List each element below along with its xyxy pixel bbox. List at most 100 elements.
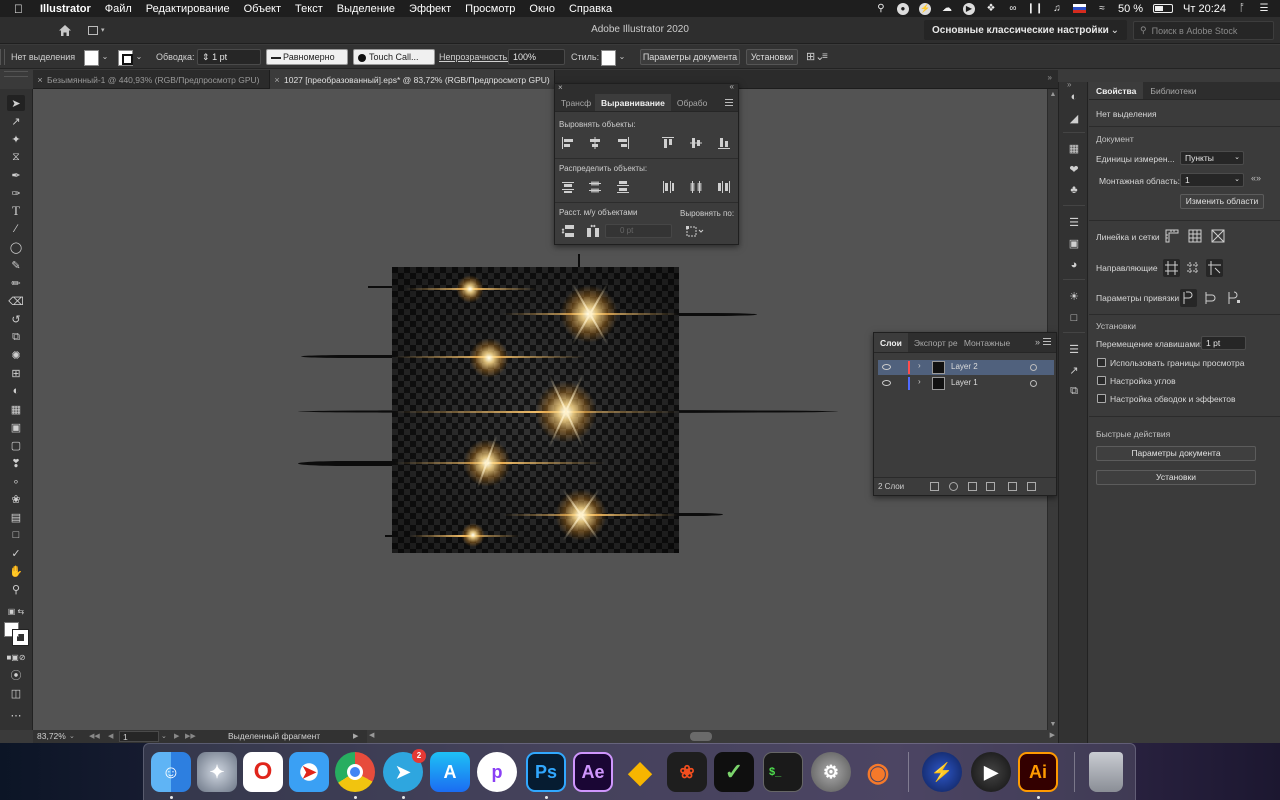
launchpad-icon[interactable]: ✦ [197,752,237,792]
panel-header[interactable]: × « [555,82,738,94]
transparency-icon[interactable]: ◕ [1067,258,1081,272]
selection-tool-icon[interactable]: ➤ [7,95,25,111]
panel-menu-icon[interactable]: ≡ [822,49,828,65]
spotlight-icon[interactable]: ⚲ [875,3,887,15]
safari-icon[interactable]: ➤ [289,752,329,792]
gradient-icon[interactable]: ▣ [1067,236,1081,250]
downloader-icon[interactable]: ⚡ [922,752,962,792]
chrome-icon[interactable] [335,752,375,792]
pencil-tool-icon[interactable]: ✏ [7,275,25,291]
stroke-swatch[interactable] [118,50,133,66]
color-guide-icon[interactable]: ◢ [1067,111,1081,125]
next-artboard-icon[interactable]: ▶ [174,731,179,742]
tab-layers[interactable]: Слои [874,333,908,352]
horizontal-scroll-thumb[interactable] [690,732,712,741]
status-info[interactable]: Выделенный фрагмент [228,731,320,742]
tab-transform[interactable]: Трансф [555,94,595,111]
snap-to-pixel-icon[interactable] [1227,291,1241,305]
creative-cloud-icon[interactable]: ∞ [1007,3,1019,15]
tab-1027-eps[interactable]: × 1027 [преобразованный].eps* @ 83,72% (… [270,70,555,89]
tab-untitled-1[interactable]: × Безымянный-1 @ 440,93% (RGB/Предпросмо… [33,70,270,89]
new-layer-icon[interactable] [1008,482,1017,491]
default-colors-icon[interactable]: ▣ ⇆ [7,603,25,619]
horizontal-distribute-space-icon[interactable] [586,224,600,238]
color-icon[interactable]: ◐ [1067,90,1081,104]
asset-export-icon[interactable]: ↗ [1067,363,1081,377]
menu-window[interactable]: Окно [529,3,555,15]
illustrator-icon[interactable]: Ai [1018,752,1058,792]
drawing-mode-icon[interactable]: ⦿ [7,667,25,683]
scroll-left-icon[interactable]: ◀ [369,731,374,739]
warp-tool-icon[interactable]: ✺ [7,347,25,363]
photos-app-icon[interactable]: ▶ [971,752,1011,792]
tabs-overflow-icon[interactable]: » [1048,73,1052,82]
fill-dropdown-icon[interactable]: ⌄ [100,49,110,65]
vectorize-icon[interactable]: ✓ [714,752,754,792]
target-circle-icon[interactable] [1030,364,1037,371]
opacity-field[interactable]: 100% [508,49,565,65]
grid-icon[interactable] [1188,229,1202,243]
variable-width-profile[interactable]: Равномерно [266,49,348,65]
play-icon[interactable]: ▶ [962,2,975,15]
notification-center-icon[interactable]: ☰ [1258,3,1270,15]
blender-icon[interactable]: ◉ [858,752,898,792]
tab-asset-export[interactable]: Экспорт ре [908,333,958,352]
battery-icon[interactable] [1153,4,1174,13]
siri-icon[interactable]: ● [896,2,909,15]
type-tool-icon[interactable]: T [7,203,25,219]
align-top-icon[interactable] [661,136,675,150]
scale-tool-icon[interactable]: ⧉ [7,329,25,345]
layer-name[interactable]: Layer 1 [951,378,978,387]
pen-tool-icon[interactable]: ✒ [7,167,25,183]
distribute-vertical-center-icon[interactable] [588,180,602,194]
scale-strokes-effects-label[interactable]: Настройка обводок и эффектов [1110,394,1236,404]
zoom-tool-icon[interactable]: ⚲ [7,581,25,597]
last-artboard-icon[interactable]: ▶▶ [185,731,196,742]
menu-select[interactable]: Выделение [337,3,395,15]
transparency-grid-icon[interactable] [1211,229,1225,243]
expand-arrow-icon[interactable]: › [918,361,921,370]
artboard-arrows-icon[interactable]: «» [1251,173,1261,183]
mesh-tool-icon[interactable]: ▣ [7,419,25,435]
brushes-icon[interactable]: ❤ [1067,162,1081,176]
new-sublayer-icon[interactable] [986,482,995,491]
status-menu-icon[interactable]: ▶ [353,731,358,742]
lock-guides-icon[interactable] [1186,261,1200,275]
clipping-mask-icon[interactable] [968,482,977,491]
arrange-documents-icon[interactable]: ▾ [88,24,106,36]
line-tool-icon[interactable]: ∕ [7,221,25,237]
lasso-tool-icon[interactable]: ⧖ [7,149,25,165]
opacity-label[interactable]: Непрозрачность: [439,49,510,65]
photoshop-icon[interactable]: Ps [526,752,566,792]
screen-mode-icon[interactable]: ◫ [7,685,25,701]
tab-align[interactable]: Выравнивание [595,94,671,111]
visibility-eye-icon[interactable] [882,380,891,386]
gradient-tool-icon[interactable]: ▢ [7,437,25,453]
align-left-icon[interactable] [561,136,575,150]
document-setup-button[interactable]: Параметры документа [640,49,740,65]
fill-swatch[interactable] [84,50,99,66]
align-right-icon[interactable] [616,136,630,150]
toolbar-grip[interactable] [4,71,28,77]
edit-artboards-button[interactable]: Изменить области [1180,194,1264,209]
snap-to-grid-icon[interactable] [1204,291,1218,305]
telegram-icon[interactable]: ➤ 2 [383,749,426,792]
pause-icon[interactable]: ❙❙ [1027,3,1044,15]
preferences-button[interactable]: Установки [746,49,798,65]
bluetooth-icon[interactable]: ᚩ [1236,3,1248,15]
menu-view[interactable]: Просмотр [465,3,515,15]
align-to-selection-icon[interactable] [685,224,705,238]
zoom-level[interactable]: 83,72% [37,731,66,742]
paintbrush-tool-icon[interactable]: ✎ [7,257,25,273]
artboards-icon[interactable]: ⧉ [1067,384,1081,398]
terminal-icon[interactable]: $_ [763,752,803,792]
trash-icon[interactable] [1089,752,1123,792]
align-bottom-icon[interactable] [717,136,731,150]
vertical-distribute-space-icon[interactable] [561,224,575,238]
graphic-styles-icon[interactable]: □ [1067,311,1081,325]
tab-pathfinder[interactable]: Обрабо [671,94,711,111]
distribute-bottom-icon[interactable] [616,180,630,194]
fill-stroke-indicator[interactable] [4,622,30,646]
opera-icon[interactable]: O [243,752,283,792]
blend-tool-icon[interactable]: ∘ [7,473,25,489]
